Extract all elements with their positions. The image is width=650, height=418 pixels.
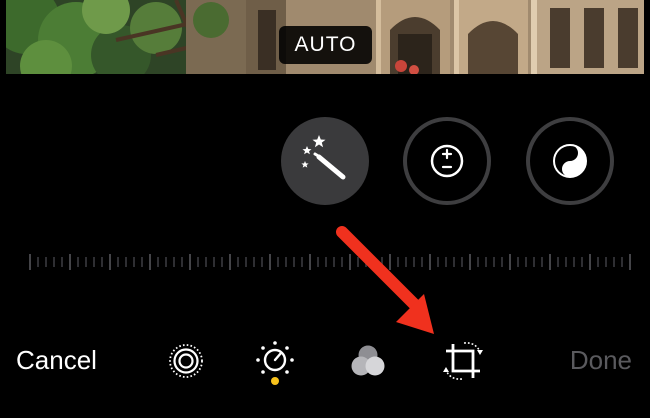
- crop-rotate-icon: [443, 342, 483, 380]
- adjust-dial-icon: [256, 341, 294, 385]
- adjust-tool[interactable]: [252, 338, 298, 385]
- auto-mode-badge: AUTO: [279, 26, 372, 64]
- annotation-arrow: [336, 226, 434, 334]
- photo-editor-screen: AUTO Cancel Done: [0, 0, 650, 418]
- adjustment-slider[interactable]: [20, 250, 632, 274]
- filters-tool[interactable]: [345, 338, 391, 384]
- filters-icon: [351, 345, 385, 376]
- active-indicator-dot: [271, 377, 279, 385]
- auto-enhance-button[interactable]: [281, 117, 369, 205]
- exposure-button[interactable]: [403, 117, 491, 205]
- live-photo-icon: [169, 344, 203, 378]
- crop-tool[interactable]: [440, 338, 486, 384]
- done-button[interactable]: Done: [570, 342, 632, 378]
- yin-yang-icon: [553, 144, 587, 178]
- live-photo-tool[interactable]: [163, 338, 209, 384]
- plus-minus-icon: [430, 144, 464, 178]
- magic-wand-icon: [301, 135, 346, 180]
- black-and-white-button[interactable]: [526, 117, 614, 205]
- cancel-button[interactable]: Cancel: [16, 342, 97, 378]
